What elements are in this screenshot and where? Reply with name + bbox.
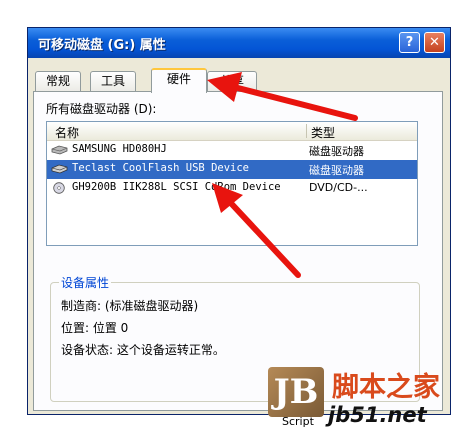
site-watermark: JB Script 脚本之家 jb51.net <box>268 363 476 439</box>
tab-hardware[interactable]: 硬件 <box>151 68 207 93</box>
jb-logo: JB <box>268 367 324 417</box>
arrow-to-hardware-tab <box>207 72 358 121</box>
site-name: 脚本之家 <box>332 372 440 403</box>
arrow-to-selected-device <box>212 183 301 278</box>
site-url: jb51.net <box>328 403 427 427</box>
logo-script-label: Script <box>282 415 314 428</box>
